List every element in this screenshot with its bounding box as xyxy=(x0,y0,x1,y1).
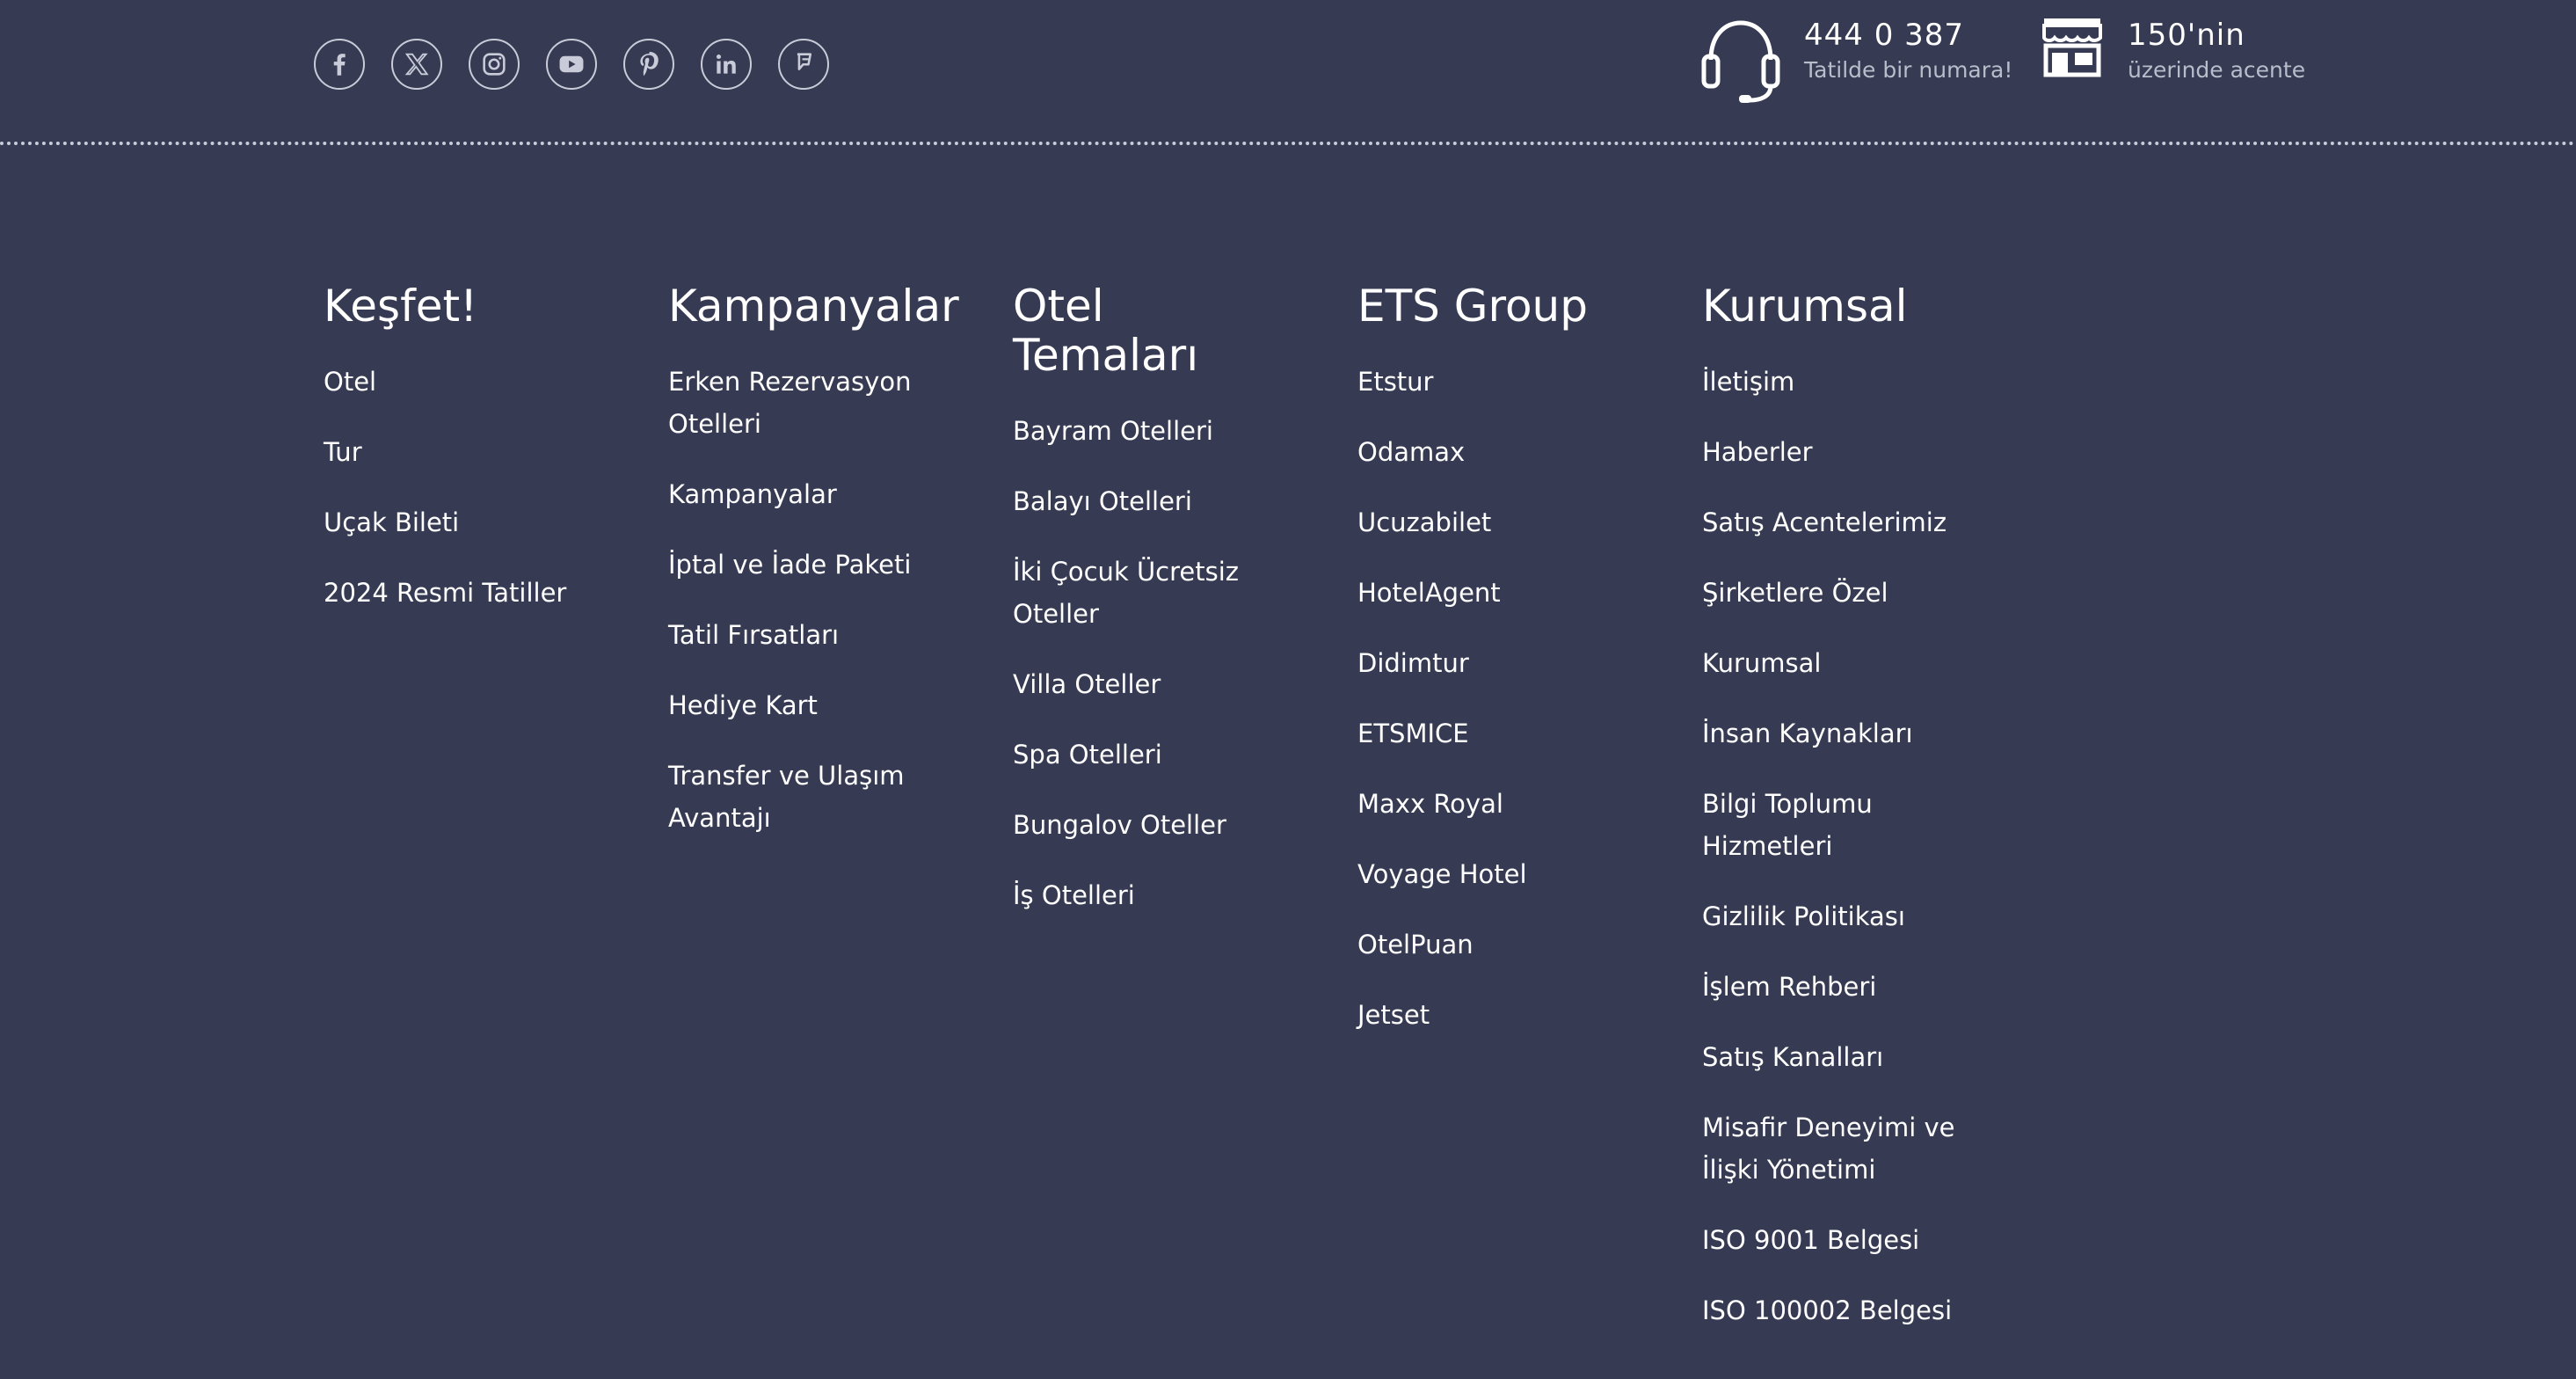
instagram-icon xyxy=(483,53,506,76)
footer-link[interactable]: Haberler xyxy=(1702,431,1957,473)
footer-link[interactable]: Maxx Royal xyxy=(1357,783,1612,825)
store-icon xyxy=(2041,16,2103,104)
agency-count: 150'nin xyxy=(2128,18,2245,53)
column-title: Kampanyalar xyxy=(668,281,959,332)
x-link[interactable] xyxy=(391,39,442,90)
footer-link[interactable]: Misafir Deneyimi ve İlişki Yönetimi xyxy=(1702,1106,1957,1191)
separator xyxy=(0,142,2576,145)
footer-top-bar: 444 0 387 Tatilde bir numara! 150'nin üz… xyxy=(0,0,2576,142)
column-title: Kurumsal xyxy=(1702,281,1908,332)
footer-link[interactable]: Şirketlere Özel xyxy=(1702,572,1957,614)
footer-link[interactable]: Satış Acentelerimiz xyxy=(1702,501,1957,544)
footer-link[interactable]: Uçak Bileti xyxy=(324,501,579,544)
footer-link[interactable]: Odamax xyxy=(1357,431,1612,473)
footer-link[interactable]: Ucuzabilet xyxy=(1357,501,1612,544)
pinterest-icon xyxy=(640,51,659,77)
phone-contact[interactable]: 444 0 387 Tatilde bir numara! xyxy=(1697,16,2012,104)
footer-link[interactable]: Bilgi Toplumu Hizmetleri xyxy=(1702,783,1957,867)
footer-columns: Keşfet! Otel Tur Uçak Bileti 2024 Resmi … xyxy=(324,281,2047,1360)
linkedin-link[interactable] xyxy=(701,39,752,90)
foursquare-link[interactable] xyxy=(778,39,829,90)
footer-link[interactable]: Balayı Otelleri xyxy=(1013,480,1268,522)
phone-number: 444 0 387 xyxy=(1804,18,1965,53)
footer-link[interactable]: ISO 9001 Belgesi xyxy=(1702,1219,1957,1261)
footer-link[interactable]: Otel xyxy=(324,361,579,403)
footer-link[interactable]: Bungalov Oteller xyxy=(1013,804,1268,846)
column-kurumsal: Kurumsal İletişim Haberler Satış Acentel… xyxy=(1702,281,2047,1360)
agency-info[interactable]: 150'nin üzerinde acente xyxy=(2041,16,2305,104)
footer-link[interactable]: 2024 Resmi Tatiller xyxy=(324,572,579,614)
footer-link[interactable]: Etstur xyxy=(1357,361,1612,403)
footer-link[interactable]: ISO 100002 Belgesi xyxy=(1702,1289,1957,1332)
footer-link[interactable]: Bayram Otelleri xyxy=(1013,410,1268,452)
footer-link[interactable]: Gizlilik Politikası xyxy=(1702,895,1957,938)
footer-link[interactable]: Spa Otelleri xyxy=(1013,733,1268,776)
column-kampanyalar: Kampanyalar Erken Rezervasyon Otelleri K… xyxy=(668,281,1013,1360)
footer-link[interactable]: Hediye Kart xyxy=(668,684,923,726)
column-ets-group: ETS Group Etstur Odamax Ucuzabilet Hotel… xyxy=(1357,281,1702,1360)
footer-link[interactable]: Erken Rezervasyon Otelleri xyxy=(668,361,923,445)
footer-link[interactable]: İnsan Kaynakları xyxy=(1702,712,1957,755)
footer-link[interactable]: ETSMICE xyxy=(1357,712,1612,755)
footer-link[interactable]: İş Otelleri xyxy=(1013,874,1268,916)
footer-link[interactable]: Satış Kanalları xyxy=(1702,1036,1957,1078)
footer-link[interactable]: İki Çocuk Ücretsiz Oteller xyxy=(1013,551,1268,635)
social-links xyxy=(314,39,829,90)
column-title: Otel Temaları xyxy=(1013,281,1199,381)
footer-link[interactable]: HotelAgent xyxy=(1357,572,1612,614)
x-icon xyxy=(404,53,429,76)
footer-link[interactable]: İptal ve İade Paketi xyxy=(668,544,923,586)
youtube-icon xyxy=(559,55,584,73)
facebook-icon xyxy=(333,54,346,76)
footer-link[interactable]: Kampanyalar xyxy=(668,473,923,515)
facebook-link[interactable] xyxy=(314,39,365,90)
footer-link[interactable]: İşlem Rehberi xyxy=(1702,966,1957,1008)
linkedin-icon xyxy=(716,54,736,74)
agency-subtitle: üzerinde acente xyxy=(2128,57,2306,83)
column-title: ETS Group xyxy=(1357,281,1588,332)
headset-icon xyxy=(1697,16,1785,104)
column-otel-temalari: Otel Temaları Bayram Otelleri Balayı Ote… xyxy=(1013,281,1357,1360)
footer-link[interactable]: OtelPuan xyxy=(1357,923,1612,966)
footer-link[interactable]: Kurumsal xyxy=(1702,642,1957,684)
footer-link[interactable]: Voyage Hotel xyxy=(1357,853,1612,895)
youtube-link[interactable] xyxy=(546,39,597,90)
footer-link[interactable]: Villa Oteller xyxy=(1013,663,1268,705)
column-title: Keşfet! xyxy=(324,281,478,332)
pinterest-link[interactable] xyxy=(623,39,674,90)
foursquare-icon xyxy=(797,53,812,70)
footer-link[interactable]: Tur xyxy=(324,431,579,473)
instagram-link[interactable] xyxy=(469,39,520,90)
footer-link[interactable]: İletişim xyxy=(1702,361,1957,403)
footer-link[interactable]: Tatil Fırsatları xyxy=(668,614,923,656)
footer-link[interactable]: Didimtur xyxy=(1357,642,1612,684)
footer-link[interactable]: Jetset xyxy=(1357,994,1612,1036)
footer-link[interactable]: Transfer ve Ulaşım Avantajı xyxy=(668,755,923,839)
phone-subtitle: Tatilde bir numara! xyxy=(1804,57,2013,83)
column-kesfet: Keşfet! Otel Tur Uçak Bileti 2024 Resmi … xyxy=(324,281,668,1360)
